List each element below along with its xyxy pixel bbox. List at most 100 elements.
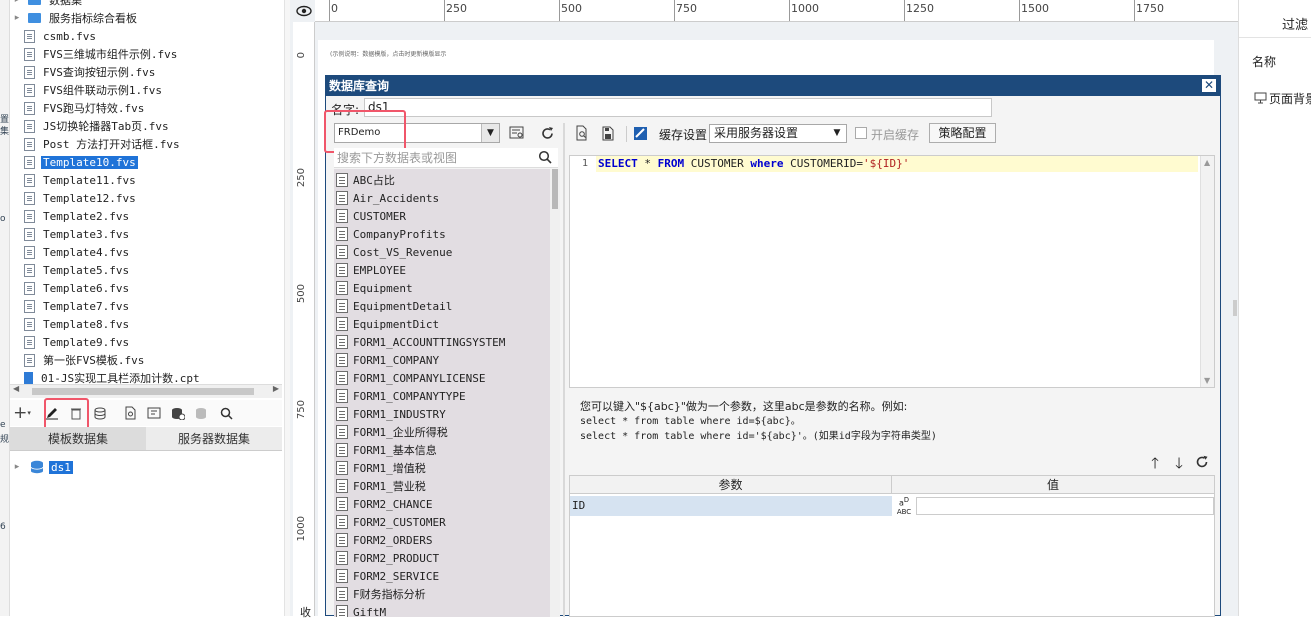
tab-server-datasets[interactable]: 服务器数据集	[146, 427, 282, 450]
table-edit-icon[interactable]	[142, 402, 166, 424]
page-background-label[interactable]: 页面背景	[1269, 90, 1311, 107]
list-item[interactable]: FORM1_基本信息	[334, 441, 550, 459]
sql-search-icon[interactable]	[571, 123, 593, 143]
dataset-list: ▸ ds1	[10, 452, 282, 616]
refresh-icon[interactable]	[536, 123, 558, 143]
tree-file[interactable]: Template11.fvs	[10, 171, 282, 189]
add-dataset-icon[interactable]: + ▾	[10, 402, 34, 424]
dataset-name-input[interactable]: ds1	[364, 98, 992, 117]
tree-file[interactable]: 01-JS实现工具栏添加计数.cpt	[10, 369, 282, 384]
connection-select[interactable]: FRDemo ▼	[334, 123, 500, 143]
enable-cache-label: 开启缓存	[871, 128, 920, 142]
file-tree-horizontal-scrollbar[interactable]: ◀ ▶	[10, 384, 282, 398]
tree-folder[interactable]: ▸ 数据集	[10, 0, 282, 9]
chevron-down-icon[interactable]: ▼	[828, 125, 846, 142]
table-list[interactable]: ABC占比 Air_Accidents CUSTOMER CompanyProfits…	[334, 169, 560, 617]
edit-pencil-icon[interactable]	[40, 402, 64, 424]
list-item[interactable]: F财务指标分析	[334, 585, 550, 603]
tree-file[interactable]: FVS三维城市组件示例.fvs	[10, 45, 282, 63]
search-icon[interactable]	[214, 402, 238, 424]
refresh-params-icon[interactable]	[1195, 455, 1209, 469]
list-item[interactable]: FORM1_COMPANY	[334, 351, 550, 369]
tree-file[interactable]: Template5.fvs	[10, 261, 282, 279]
list-item[interactable]: EquipmentDetail	[334, 297, 550, 315]
database-add-icon[interactable]	[166, 402, 190, 424]
list-item[interactable]: CUSTOMER	[334, 207, 550, 225]
dataset-item[interactable]: ▸ ds1	[10, 458, 282, 476]
cache-mode-select[interactable]: 采用服务器设置 ▼	[709, 124, 847, 143]
table-preview-icon[interactable]	[506, 123, 528, 143]
tree-file[interactable]: Template6.fvs	[10, 279, 282, 297]
close-icon[interactable]: ✕	[1201, 78, 1217, 93]
tree-file[interactable]: FVS查询按钮示例.fvs	[10, 63, 282, 81]
table-row[interactable]: ID	[570, 496, 892, 516]
tree-file[interactable]: JS切换轮播器Tab页.fvs	[10, 117, 282, 135]
tree-file[interactable]: Template9.fvs	[10, 333, 282, 351]
text-type-icon[interactable]: aD ABC	[893, 496, 915, 516]
chevron-right-icon[interactable]: ▸	[10, 462, 24, 472]
tree-file[interactable]: Template8.fvs	[10, 315, 282, 333]
right-splitter-handle[interactable]	[1233, 300, 1237, 316]
sql-line[interactable]: SELECT * FROM CUSTOMER where CUSTOMERID=…	[596, 156, 1198, 172]
list-item[interactable]: ABC占比	[334, 171, 550, 189]
scroll-right-icon[interactable]: ▶	[273, 384, 279, 393]
list-item[interactable]: FORM1_COMPANYTYPE	[334, 387, 550, 405]
panel-splitter[interactable]	[284, 0, 290, 616]
scroll-thumb[interactable]	[552, 169, 558, 209]
chevron-right-icon[interactable]: ▸	[10, 0, 24, 5]
scroll-up-icon[interactable]: ▲	[1204, 158, 1210, 167]
save-icon[interactable]	[597, 123, 619, 143]
scroll-left-icon[interactable]: ◀	[13, 384, 19, 393]
tree-file[interactable]: Template4.fvs	[10, 243, 282, 261]
eye-icon[interactable]	[296, 4, 312, 18]
bottom-tab-label[interactable]: 收	[300, 604, 311, 620]
list-item[interactable]: FORM2_SERVICE	[334, 567, 550, 585]
list-item[interactable]: FORM2_PRODUCT	[334, 549, 550, 567]
database-icon[interactable]	[88, 402, 112, 424]
list-item[interactable]: FORM2_CUSTOMER	[334, 513, 550, 531]
list-item[interactable]: CompanyProfits	[334, 225, 550, 243]
tab-template-datasets[interactable]: 模板数据集	[10, 427, 146, 450]
tree-folder[interactable]: ▸ 服务指标综合看板	[10, 9, 282, 27]
list-item[interactable]: FORM1_ACCOUNTTINGSYSTEM	[334, 333, 550, 351]
list-item[interactable]: FORM2_ORDERS	[334, 531, 550, 549]
tree-file[interactable]: csmb.fvs	[10, 27, 282, 45]
pane-divider[interactable]	[563, 123, 565, 617]
list-item[interactable]: Equipment	[334, 279, 550, 297]
scroll-down-icon[interactable]: ▼	[1204, 376, 1210, 385]
list-item[interactable]: FORM1_INDUSTRY	[334, 405, 550, 423]
tree-file[interactable]: Template12.fvs	[10, 189, 282, 207]
tree-file[interactable]: Template10.fvs	[10, 153, 282, 171]
list-item[interactable]: FORM1_营业税	[334, 477, 550, 495]
list-item[interactable]: EquipmentDict	[334, 315, 550, 333]
list-item[interactable]: Air_Accidents	[334, 189, 550, 207]
tree-file[interactable]: Template3.fvs	[10, 225, 282, 243]
file-search-icon[interactable]	[118, 402, 142, 424]
list-item[interactable]: FORM1_增值税	[334, 459, 550, 477]
template-file-tree[interactable]: ▸ 数据集 ▸ 服务指标综合看板 csmb.fvs FVS三维城市组件示例.fvs FVS查…	[10, 0, 282, 384]
table-search-input[interactable]: 搜索下方数据表或视图	[334, 148, 558, 168]
sql-editor-scrollbar[interactable]: ▲ ▼	[1200, 156, 1214, 387]
enable-cache-checkbox[interactable]	[855, 127, 867, 139]
scroll-thumb[interactable]	[32, 388, 254, 395]
chevron-right-icon[interactable]: ▸	[10, 13, 24, 23]
sql-editor[interactable]: 1 SELECT * FROM CUSTOMER where CUSTOMERI…	[569, 155, 1215, 388]
search-icon[interactable]	[538, 150, 552, 164]
list-item[interactable]: FORM1_COMPANYLICENSE	[334, 369, 550, 387]
list-item[interactable]: Cost_VS_Revenue	[334, 243, 550, 261]
list-item[interactable]: FORM2_CHANCE	[334, 495, 550, 513]
tree-file[interactable]: FVS组件联动示例1.fvs	[10, 81, 282, 99]
delete-icon[interactable]	[64, 402, 88, 424]
list-item[interactable]: FORM1_企业所得税	[334, 423, 550, 441]
table-list-scrollbar[interactable]	[550, 169, 560, 617]
tree-file[interactable]: FVS跑马灯特效.fvs	[10, 99, 282, 117]
list-item[interactable]: EMPLOYEE	[334, 261, 550, 279]
tree-file[interactable]: 第一张FVS模板.fvs	[10, 351, 282, 369]
chevron-down-icon[interactable]: ▼	[481, 124, 499, 142]
tree-file[interactable]: Template7.fvs	[10, 297, 282, 315]
list-item[interactable]: GiftM	[334, 603, 550, 617]
tree-file[interactable]: Template2.fvs	[10, 207, 282, 225]
tree-file[interactable]: Post 方法打开对话框.fvs	[10, 135, 282, 153]
strategy-config-button[interactable]: 策略配置	[929, 123, 996, 143]
parameter-value-input[interactable]	[916, 497, 1214, 515]
